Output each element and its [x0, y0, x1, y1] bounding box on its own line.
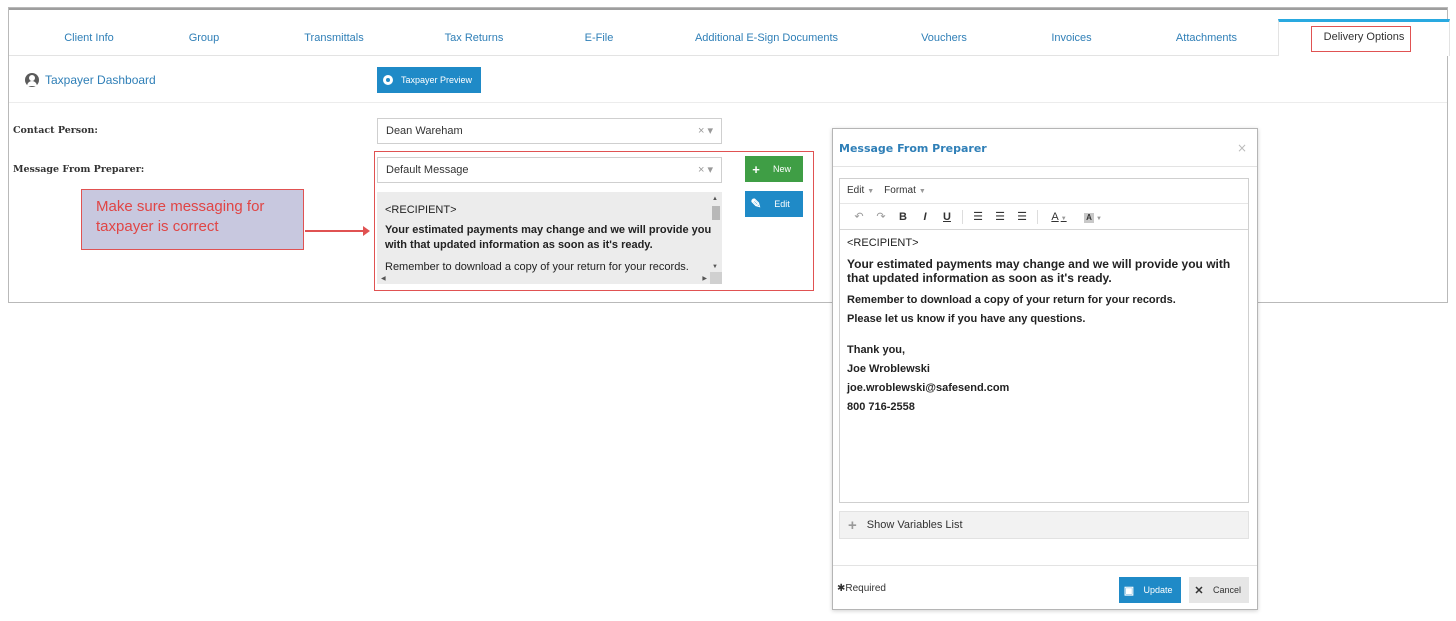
- cancel-button-label: Cancel: [1212, 585, 1241, 595]
- signature-line: 800 716-2558: [847, 401, 915, 413]
- required-indicator: ✱Required: [837, 583, 886, 594]
- align-center-icon[interactable]: ☰: [989, 210, 1011, 223]
- signature-line: Joe Wroblewski: [847, 363, 930, 375]
- cancel-button[interactable]: ✕ Cancel: [1189, 577, 1249, 603]
- taxpayer-dashboard-label: Taxpayer Dashboard: [45, 73, 156, 87]
- update-button-label: Update: [1143, 585, 1173, 595]
- contact-person-select[interactable]: Dean Wareham × ▾: [377, 118, 722, 144]
- undo-icon[interactable]: ↶: [848, 210, 870, 223]
- update-button[interactable]: ▣ Update: [1119, 577, 1181, 603]
- clear-caret-icon[interactable]: × ▾: [698, 119, 713, 143]
- horizontal-scrollbar[interactable]: ◀ ▶: [381, 275, 711, 284]
- message-from-preparer-modal: Message From Preparer × Edit ▼ Format ▼ ↶ …: [832, 128, 1258, 610]
- contact-person-value: Dean Wareham: [386, 125, 463, 137]
- content-paragraph: Remember to download a copy of your retu…: [847, 294, 1176, 306]
- annotation-arrow: [305, 226, 370, 236]
- align-right-icon[interactable]: ☰: [1011, 210, 1033, 223]
- tab-client-info[interactable]: Client Info: [49, 21, 129, 56]
- toolbar-separator: [1037, 209, 1038, 224]
- italic-icon[interactable]: I: [914, 211, 936, 223]
- underline-icon[interactable]: U: [936, 211, 958, 223]
- taxpayer-preview-label: Taxpayer Preview: [401, 75, 473, 85]
- preview-recipient: <RECIPIENT>: [385, 204, 457, 216]
- edit-message-button[interactable]: ✎ Edit: [745, 191, 803, 217]
- rich-text-editor[interactable]: Edit ▼ Format ▼ ↶ ↷ B I U ☰ ☰ ☰ A ▼ A ▼ <REC…: [839, 178, 1249, 503]
- preview-paragraph: Your estimated payments may change and w…: [385, 224, 712, 251]
- preview-paragraph-2: Remember to download a copy of your retu…: [385, 261, 689, 273]
- redo-icon[interactable]: ↷: [870, 210, 892, 223]
- eye-icon: [383, 75, 393, 85]
- tab-additional-esign[interactable]: Additional E-Sign Documents: [694, 21, 839, 56]
- clear-caret-icon[interactable]: × ▾: [698, 158, 713, 182]
- menu-edit[interactable]: Edit ▼: [847, 185, 874, 203]
- scroll-right-icon[interactable]: ▶: [702, 275, 707, 282]
- tab-highlight-box: [1311, 26, 1411, 52]
- message-preview[interactable]: <RECIPIENT> Your estimated payments may …: [377, 192, 722, 284]
- menu-format[interactable]: Format ▼: [884, 185, 926, 203]
- scroll-corner: [710, 272, 722, 284]
- tab-vouchers[interactable]: Vouchers: [914, 21, 974, 56]
- show-variables-label: Show Variables List: [866, 519, 963, 531]
- plus-icon: +: [752, 161, 760, 177]
- editor-menubar: Edit ▼ Format ▼: [840, 179, 1248, 204]
- modal-header: Message From Preparer ×: [833, 129, 1257, 167]
- scroll-left-icon[interactable]: ◀: [381, 276, 386, 282]
- signature-line: Thank you,: [847, 344, 906, 356]
- tab-e-file[interactable]: E-File: [579, 21, 619, 56]
- tab-invoices[interactable]: Invoices: [1044, 21, 1099, 56]
- content-recipient: <RECIPIENT>: [847, 237, 919, 249]
- show-variables-toggle[interactable]: + Show Variables List: [839, 511, 1249, 539]
- edit-icon: ✎: [750, 196, 762, 211]
- contact-person-label: Contact Person:: [13, 125, 98, 136]
- scroll-thumb[interactable]: [712, 206, 720, 220]
- toolbar-separator: [962, 209, 963, 224]
- message-select-value: Default Message: [386, 164, 469, 176]
- divider: [9, 102, 1447, 103]
- new-message-button[interactable]: + New: [745, 156, 803, 182]
- user-circle-icon: [25, 73, 39, 87]
- content-paragraph: Please let us know if you have any quest…: [847, 313, 1086, 325]
- annotation-callout: Make sure messaging for taxpayer is corr…: [81, 189, 304, 250]
- save-icon: ▣: [1123, 584, 1135, 597]
- chevron-down-icon: ▼: [918, 188, 926, 195]
- modal-footer: ✱Required ▣ Update ✕ Cancel: [833, 565, 1257, 610]
- message-from-preparer-label: Message From Preparer:: [13, 164, 145, 175]
- scroll-down-icon[interactable]: ▼: [712, 264, 718, 270]
- modal-title: Message From Preparer: [839, 142, 987, 155]
- background-color-icon[interactable]: A ▼: [1076, 211, 1110, 223]
- tab-attachments[interactable]: Attachments: [1169, 21, 1244, 56]
- taxpayer-preview-button[interactable]: Taxpayer Preview: [377, 67, 481, 93]
- editor-toolbar: ↶ ↷ B I U ☰ ☰ ☰ A ▼ A ▼: [840, 204, 1248, 230]
- tab-tax-returns[interactable]: Tax Returns: [439, 21, 509, 56]
- content-paragraph: Your estimated payments may change and w…: [847, 257, 1231, 285]
- tab-transmittals[interactable]: Transmittals: [299, 21, 369, 56]
- edit-button-label: Edit: [774, 199, 790, 209]
- bold-icon[interactable]: B: [892, 211, 914, 223]
- close-icon[interactable]: ×: [1237, 141, 1247, 155]
- tab-bar: Client Info Group Transmittals Tax Retur…: [9, 19, 1450, 56]
- required-label: Required: [845, 583, 886, 594]
- vertical-scrollbar[interactable]: ▲ ▼: [711, 196, 720, 270]
- font-color-icon[interactable]: A ▼: [1042, 211, 1076, 223]
- signature-line: joe.wroblewski@safesend.com: [847, 382, 1010, 394]
- menu-format-label: Format: [884, 185, 916, 196]
- menu-edit-label: Edit: [847, 185, 865, 196]
- chevron-down-icon: ▼: [867, 188, 875, 195]
- scroll-up-icon[interactable]: ▲: [712, 196, 718, 202]
- tab-delivery-options[interactable]: Delivery Options: [1278, 19, 1450, 56]
- editor-content[interactable]: <RECIPIENT> Your estimated payments may …: [840, 230, 1248, 426]
- taxpayer-dashboard-link[interactable]: Taxpayer Dashboard: [25, 72, 156, 88]
- message-select[interactable]: Default Message × ▾: [377, 157, 722, 183]
- new-button-label: New: [772, 164, 791, 174]
- close-icon: ✕: [1194, 584, 1204, 597]
- tab-group[interactable]: Group: [179, 21, 229, 56]
- plus-icon: +: [848, 516, 857, 534]
- align-left-icon[interactable]: ☰: [967, 210, 989, 223]
